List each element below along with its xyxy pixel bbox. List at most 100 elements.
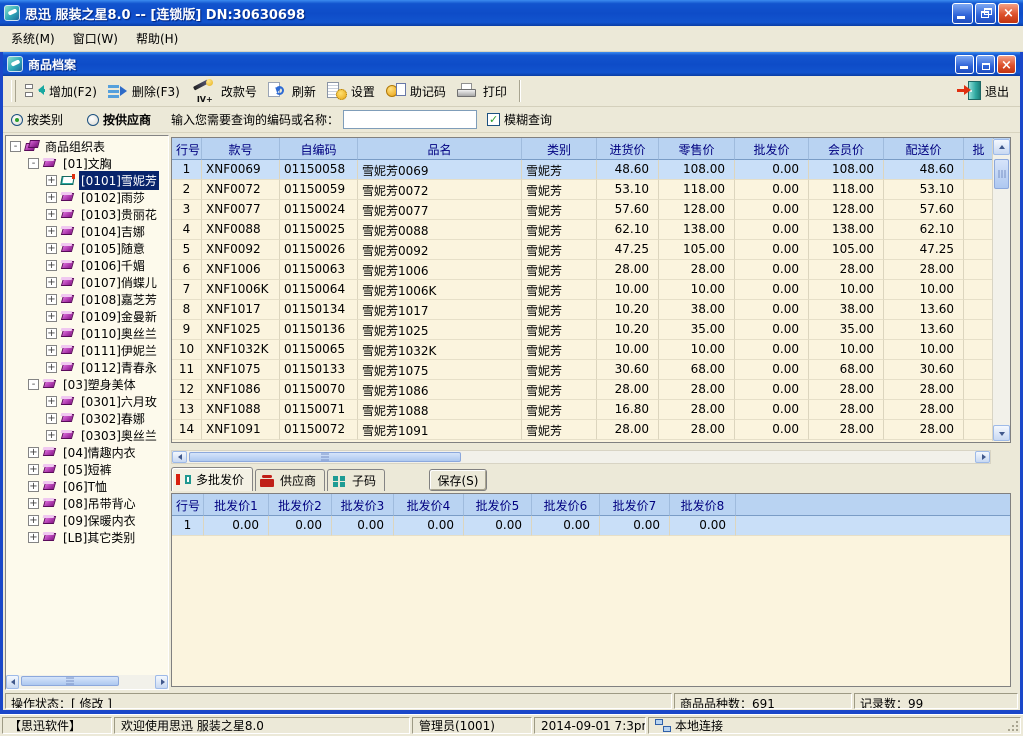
cell[interactable]: 0.00 bbox=[735, 320, 809, 340]
expand-icon[interactable]: + bbox=[46, 260, 57, 271]
cell[interactable]: 0.00 bbox=[735, 400, 809, 420]
column-header[interactable]: 品名 bbox=[358, 138, 522, 160]
tree-item[interactable]: +[LB]其它类别 bbox=[6, 529, 168, 546]
cell[interactable]: 1 bbox=[172, 516, 204, 536]
cell[interactable]: 雪妮芳 bbox=[522, 340, 597, 360]
cell[interactable]: XNF1075 bbox=[202, 360, 280, 380]
table-row[interactable]: 6XNF100601150063雪妮芳1006雪妮芳28.0028.000.00… bbox=[172, 260, 1010, 280]
column-header[interactable]: 批发价3 bbox=[332, 494, 394, 516]
cell[interactable]: 53.10 bbox=[597, 180, 659, 200]
cell[interactable]: 雪妮芳1025 bbox=[358, 320, 522, 340]
doc-maximize-button[interactable] bbox=[976, 55, 995, 74]
cell[interactable] bbox=[964, 220, 994, 240]
cell[interactable]: 01150064 bbox=[280, 280, 358, 300]
cell[interactable]: 01150136 bbox=[280, 320, 358, 340]
cell[interactable]: 47.25 bbox=[597, 240, 659, 260]
cell[interactable]: 57.60 bbox=[597, 200, 659, 220]
column-header[interactable]: 配送价 bbox=[884, 138, 964, 160]
tree-item[interactable]: +[0112]青春永 bbox=[6, 359, 168, 376]
expand-icon[interactable]: + bbox=[46, 277, 57, 288]
tree-item[interactable]: +[0106]千媚 bbox=[6, 257, 168, 274]
scroll-thumb[interactable] bbox=[994, 159, 1009, 189]
column-header[interactable]: 批发价8 bbox=[670, 494, 736, 516]
cell[interactable]: 雪妮芳 bbox=[522, 200, 597, 220]
tree-item[interactable]: -[01]文胸 bbox=[6, 155, 168, 172]
scroll-thumb[interactable] bbox=[21, 676, 119, 686]
tree-item[interactable]: +[0109]金曼新 bbox=[6, 308, 168, 325]
cell[interactable]: 雪妮芳 bbox=[522, 160, 597, 180]
cell[interactable]: 0.00 bbox=[735, 280, 809, 300]
cell[interactable]: 6 bbox=[172, 260, 202, 280]
collapse-icon[interactable]: - bbox=[10, 141, 21, 152]
cell[interactable]: 雪妮芳1088 bbox=[358, 400, 522, 420]
cell[interactable]: XNF1086 bbox=[202, 380, 280, 400]
cell[interactable]: 0.00 bbox=[735, 180, 809, 200]
cell[interactable]: 01150058 bbox=[280, 160, 358, 180]
cell[interactable]: 0.00 bbox=[735, 240, 809, 260]
restore-button[interactable] bbox=[975, 3, 996, 24]
column-header[interactable]: 批发价1 bbox=[204, 494, 269, 516]
column-header[interactable]: 批发价7 bbox=[600, 494, 670, 516]
cell[interactable] bbox=[964, 260, 994, 280]
cell[interactable]: 雪妮芳0088 bbox=[358, 220, 522, 240]
column-header[interactable]: 批发价4 bbox=[394, 494, 464, 516]
scroll-down-button[interactable] bbox=[993, 425, 1010, 441]
cell[interactable]: 雪妮芳0069 bbox=[358, 160, 522, 180]
cell[interactable] bbox=[964, 380, 994, 400]
cell[interactable]: 62.10 bbox=[597, 220, 659, 240]
tree-item[interactable]: +[09]保暖内衣 bbox=[6, 512, 168, 529]
cell[interactable]: 10.20 bbox=[597, 300, 659, 320]
cell[interactable]: 01150059 bbox=[280, 180, 358, 200]
cell[interactable]: 28.00 bbox=[659, 380, 735, 400]
cell[interactable]: 01150025 bbox=[280, 220, 358, 240]
expand-icon[interactable]: + bbox=[28, 481, 39, 492]
cell[interactable] bbox=[964, 400, 994, 420]
cell[interactable]: 28.00 bbox=[884, 260, 964, 280]
table-row[interactable]: 5XNF009201150026雪妮芳0092雪妮芳47.25105.000.0… bbox=[172, 240, 1010, 260]
cell[interactable]: 雪妮芳 bbox=[522, 320, 597, 340]
cell[interactable]: 13.60 bbox=[884, 320, 964, 340]
column-header[interactable]: 款号 bbox=[202, 138, 280, 160]
cell[interactable]: XNF0088 bbox=[202, 220, 280, 240]
cell[interactable]: 0.00 bbox=[204, 516, 269, 536]
cell[interactable]: 01150133 bbox=[280, 360, 358, 380]
cell[interactable]: 雪妮芳1017 bbox=[358, 300, 522, 320]
fuzzy-query-label[interactable]: 模糊查询 bbox=[504, 111, 552, 128]
scroll-left-button[interactable] bbox=[6, 675, 19, 689]
collapse-icon[interactable]: - bbox=[28, 379, 39, 390]
cell[interactable]: 雪妮芳 bbox=[522, 360, 597, 380]
cell[interactable]: 10 bbox=[172, 340, 202, 360]
cell[interactable]: 10.20 bbox=[597, 320, 659, 340]
tree-item[interactable]: +[0302]春娜 bbox=[6, 410, 168, 427]
tree-item[interactable]: +[0101]雪妮芳 bbox=[6, 172, 168, 189]
cell[interactable] bbox=[964, 240, 994, 260]
expand-icon[interactable]: + bbox=[28, 498, 39, 509]
cell[interactable]: 68.00 bbox=[809, 360, 884, 380]
cell[interactable]: 0.00 bbox=[670, 516, 736, 536]
cell[interactable] bbox=[964, 180, 994, 200]
tree-item[interactable]: +[0102]雨莎 bbox=[6, 189, 168, 206]
column-header[interactable]: 批发价 bbox=[735, 138, 809, 160]
cell[interactable]: 01150063 bbox=[280, 260, 358, 280]
cell[interactable]: 105.00 bbox=[659, 240, 735, 260]
table-row[interactable]: 11XNF107501150133雪妮芳1075雪妮芳30.6068.000.0… bbox=[172, 360, 1010, 380]
cell[interactable]: 01150026 bbox=[280, 240, 358, 260]
table-row[interactable]: 9XNF102501150136雪妮芳1025雪妮芳10.2035.000.00… bbox=[172, 320, 1010, 340]
cell[interactable]: 1 bbox=[172, 160, 202, 180]
cell[interactable]: 13.60 bbox=[884, 300, 964, 320]
cell[interactable]: 28.00 bbox=[597, 380, 659, 400]
expand-icon[interactable]: + bbox=[46, 430, 57, 441]
cell[interactable]: 0.00 bbox=[735, 380, 809, 400]
cell[interactable]: 10.00 bbox=[884, 280, 964, 300]
cell[interactable]: 0.00 bbox=[269, 516, 332, 536]
tree-item[interactable]: +[05]短裤 bbox=[6, 461, 168, 478]
tree-item[interactable]: -商品组织表 bbox=[6, 138, 168, 155]
tree-item[interactable]: +[06]T恤 bbox=[6, 478, 168, 495]
cell[interactable]: 雪妮芳 bbox=[522, 420, 597, 440]
expand-icon[interactable]: + bbox=[46, 192, 57, 203]
menu-window[interactable]: 窗口(W) bbox=[64, 28, 127, 49]
cell[interactable]: 105.00 bbox=[809, 240, 884, 260]
table-row[interactable]: 4XNF008801150025雪妮芳0088雪妮芳62.10138.000.0… bbox=[172, 220, 1010, 240]
cell[interactable]: 2 bbox=[172, 180, 202, 200]
mnemonic-button[interactable]: 助记码 bbox=[382, 78, 453, 105]
